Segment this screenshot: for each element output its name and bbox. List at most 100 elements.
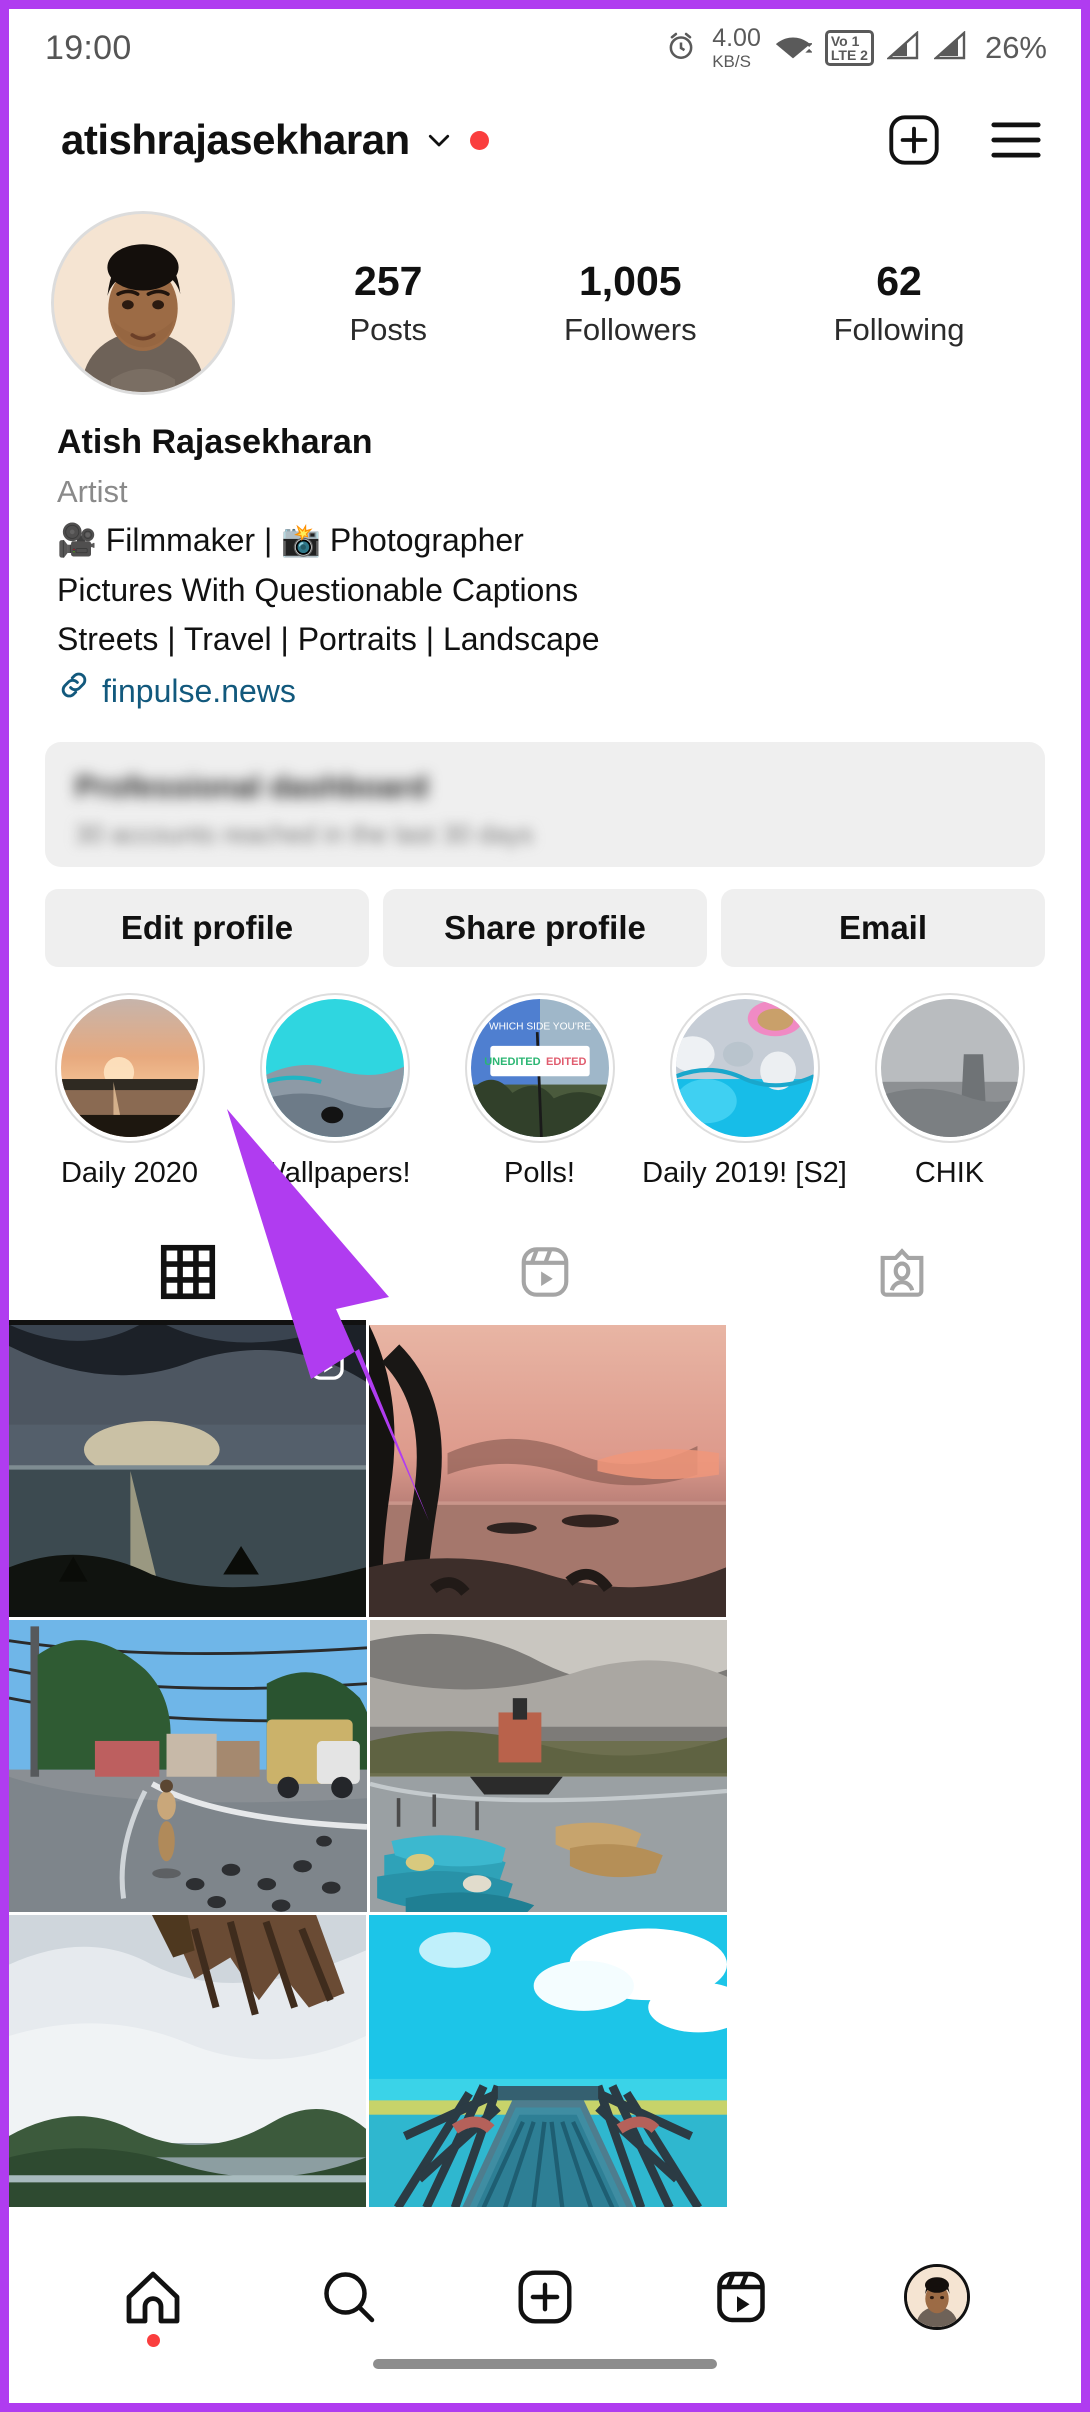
reels-icon bbox=[717, 2271, 765, 2323]
poll-left-label: UNEDITED bbox=[484, 1057, 540, 1069]
nav-home[interactable] bbox=[55, 2267, 251, 2347]
volte-sim2: LTE 2 bbox=[830, 47, 868, 63]
highlight-cover-turquoise-wall bbox=[265, 999, 404, 1138]
alarm-clock-icon bbox=[665, 30, 697, 67]
dashboard-title: Professional dashboard bbox=[75, 769, 429, 805]
posts-label: Posts bbox=[349, 311, 427, 347]
highlight-cover-grey-scene bbox=[880, 999, 1019, 1138]
highlight-item[interactable]: Wallpapers! bbox=[232, 993, 437, 1190]
hamburger-menu-icon[interactable] bbox=[987, 114, 1045, 166]
home-icon bbox=[126, 2271, 180, 2324]
profile-header: atishrajasekharan bbox=[9, 97, 1081, 183]
nav-search[interactable] bbox=[251, 2267, 447, 2327]
link-icon bbox=[57, 667, 91, 717]
bio-line-3: Streets | Travel | Portraits | Landscape bbox=[57, 621, 600, 658]
plus-square-icon bbox=[518, 2270, 572, 2324]
nav-profile[interactable] bbox=[839, 2264, 1035, 2330]
chevron-down-icon[interactable] bbox=[424, 125, 454, 155]
stat-posts[interactable]: 257 Posts bbox=[349, 258, 427, 347]
wifi-icon bbox=[774, 31, 813, 66]
profile-tabs bbox=[9, 1224, 1081, 1320]
grid-icon bbox=[160, 1245, 215, 1300]
highlight-cover-sunset-river bbox=[60, 999, 199, 1138]
poll-heading: WHICH SIDE YOU'RE bbox=[488, 1022, 590, 1033]
post-sunset-clouds-sea[interactable] bbox=[9, 1325, 366, 1618]
highlight-label: Daily 2019! [S2] bbox=[642, 1157, 847, 1190]
highlight-ring bbox=[669, 993, 820, 1144]
highlight-ring: UNEDITED EDITED WHICH SIDE YOU'RE bbox=[464, 993, 615, 1144]
link-text: finpulse.news bbox=[102, 672, 296, 709]
followers-label: Followers bbox=[563, 311, 697, 347]
screenshot-frame: 19:00 4.00 KB/S Vo 1 LTE 2 26% atishraja… bbox=[0, 0, 1090, 2412]
highlight-label: CHIK bbox=[914, 1157, 985, 1190]
status-time: 19:00 bbox=[45, 28, 132, 67]
reels-badge-icon bbox=[306, 1341, 348, 1388]
volte-sim1: Vo 1 bbox=[830, 33, 860, 49]
post-wet-street-birds[interactable] bbox=[9, 1620, 367, 1913]
avatar[interactable] bbox=[51, 211, 235, 395]
username-title[interactable]: atishrajasekharan bbox=[61, 116, 410, 164]
battery-percentage: 26% bbox=[984, 30, 1047, 65]
signal-bars-icon bbox=[932, 29, 968, 66]
profile-action-buttons: Edit profile Share profile Email bbox=[9, 867, 1081, 968]
profile-stats: 257 Posts 1,005 Followers 62 Following bbox=[235, 258, 1039, 347]
followers-count: 1,005 bbox=[578, 258, 682, 305]
highlight-label: Wallpapers! bbox=[258, 1157, 411, 1190]
highlight-item[interactable]: UNEDITED EDITED WHICH SIDE YOU'RE Polls! bbox=[437, 993, 642, 1190]
home-badge-dot bbox=[146, 2334, 160, 2347]
phone-screen: 19:00 4.00 KB/S Vo 1 LTE 2 26% atishraja… bbox=[9, 9, 1081, 2403]
volte-indicator: Vo 1 LTE 2 bbox=[824, 30, 874, 66]
professional-dashboard-card[interactable]: Professional dashboard 30 accounts reach… bbox=[45, 742, 1045, 868]
gesture-bar[interactable] bbox=[9, 2359, 1081, 2403]
email-button[interactable]: Email bbox=[721, 889, 1045, 968]
reels-icon bbox=[521, 1247, 569, 1298]
post-blue-pier[interactable] bbox=[369, 1915, 727, 2208]
story-highlights-row[interactable]: Daily 2020 Wallpapers! UNEDITED EDITED W… bbox=[9, 967, 1081, 1190]
status-badge-dot bbox=[469, 130, 489, 150]
post-pink-sunset-beach[interactable] bbox=[369, 1325, 726, 1618]
display-name: Atish Rajasekharan bbox=[57, 423, 373, 461]
bio-line-1: 🎥 Filmmaker | 📸 Photographer bbox=[57, 522, 524, 559]
profile-bio: Atish Rajasekharan Artist 🎥 Filmmaker | … bbox=[9, 395, 1081, 716]
highlight-item[interactable]: Daily 2020 bbox=[27, 993, 232, 1190]
stat-followers[interactable]: 1,005 Followers bbox=[564, 258, 697, 347]
search-icon bbox=[324, 2272, 375, 2323]
highlight-label: Daily 2020 bbox=[60, 1157, 199, 1190]
highlight-ring bbox=[259, 993, 410, 1144]
post-grid bbox=[9, 1325, 1081, 2208]
status-bar: 19:00 4.00 KB/S Vo 1 LTE 2 26% bbox=[9, 9, 1081, 87]
highlight-cover-poll: UNEDITED EDITED WHICH SIDE YOU'RE bbox=[470, 999, 609, 1138]
share-profile-button[interactable]: Share profile bbox=[383, 889, 707, 968]
edit-profile-button[interactable]: Edit profile bbox=[45, 889, 369, 968]
bottom-nav-icons bbox=[9, 2235, 1081, 2359]
following-count: 62 bbox=[876, 258, 922, 305]
nav-create[interactable] bbox=[447, 2266, 643, 2328]
post-cloudy-sky-thatch[interactable] bbox=[9, 1915, 366, 2208]
avatar-image bbox=[54, 214, 232, 392]
network-speed: 4.00 KB/S bbox=[712, 24, 761, 71]
plus-square-icon[interactable] bbox=[885, 111, 943, 169]
tab-grid[interactable] bbox=[9, 1224, 366, 1320]
net-speed-value: 4.00 bbox=[712, 24, 761, 52]
profile-summary: 257 Posts 1,005 Followers 62 Following bbox=[9, 183, 1081, 395]
highlight-item[interactable]: CHIK bbox=[847, 993, 1052, 1190]
signal-bars-icon bbox=[885, 29, 921, 66]
tab-reels[interactable] bbox=[366, 1224, 723, 1320]
bio-link[interactable]: finpulse.news bbox=[57, 667, 1033, 717]
net-speed-unit: KB/S bbox=[712, 52, 751, 71]
highlight-label: Polls! bbox=[504, 1157, 575, 1190]
status-indicators: 4.00 KB/S Vo 1 LTE 2 26% bbox=[665, 26, 1047, 70]
bio-line-2: Pictures With Questionable Captions bbox=[57, 571, 579, 608]
header-actions bbox=[885, 111, 1045, 169]
profile-category: Artist bbox=[57, 474, 128, 509]
highlight-item[interactable]: Daily 2019! [S2] bbox=[642, 993, 847, 1190]
nav-reels[interactable] bbox=[643, 2267, 839, 2327]
tab-tagged[interactable] bbox=[724, 1224, 1081, 1320]
highlight-cover-blue-bubbles bbox=[675, 999, 814, 1138]
highlight-ring bbox=[874, 993, 1025, 1144]
following-label: Following bbox=[833, 311, 965, 347]
profile-avatar-icon bbox=[904, 2264, 970, 2330]
bottom-navigation bbox=[9, 2235, 1081, 2403]
post-boats-lake[interactable] bbox=[370, 1620, 727, 1913]
stat-following[interactable]: 62 Following bbox=[834, 258, 965, 347]
